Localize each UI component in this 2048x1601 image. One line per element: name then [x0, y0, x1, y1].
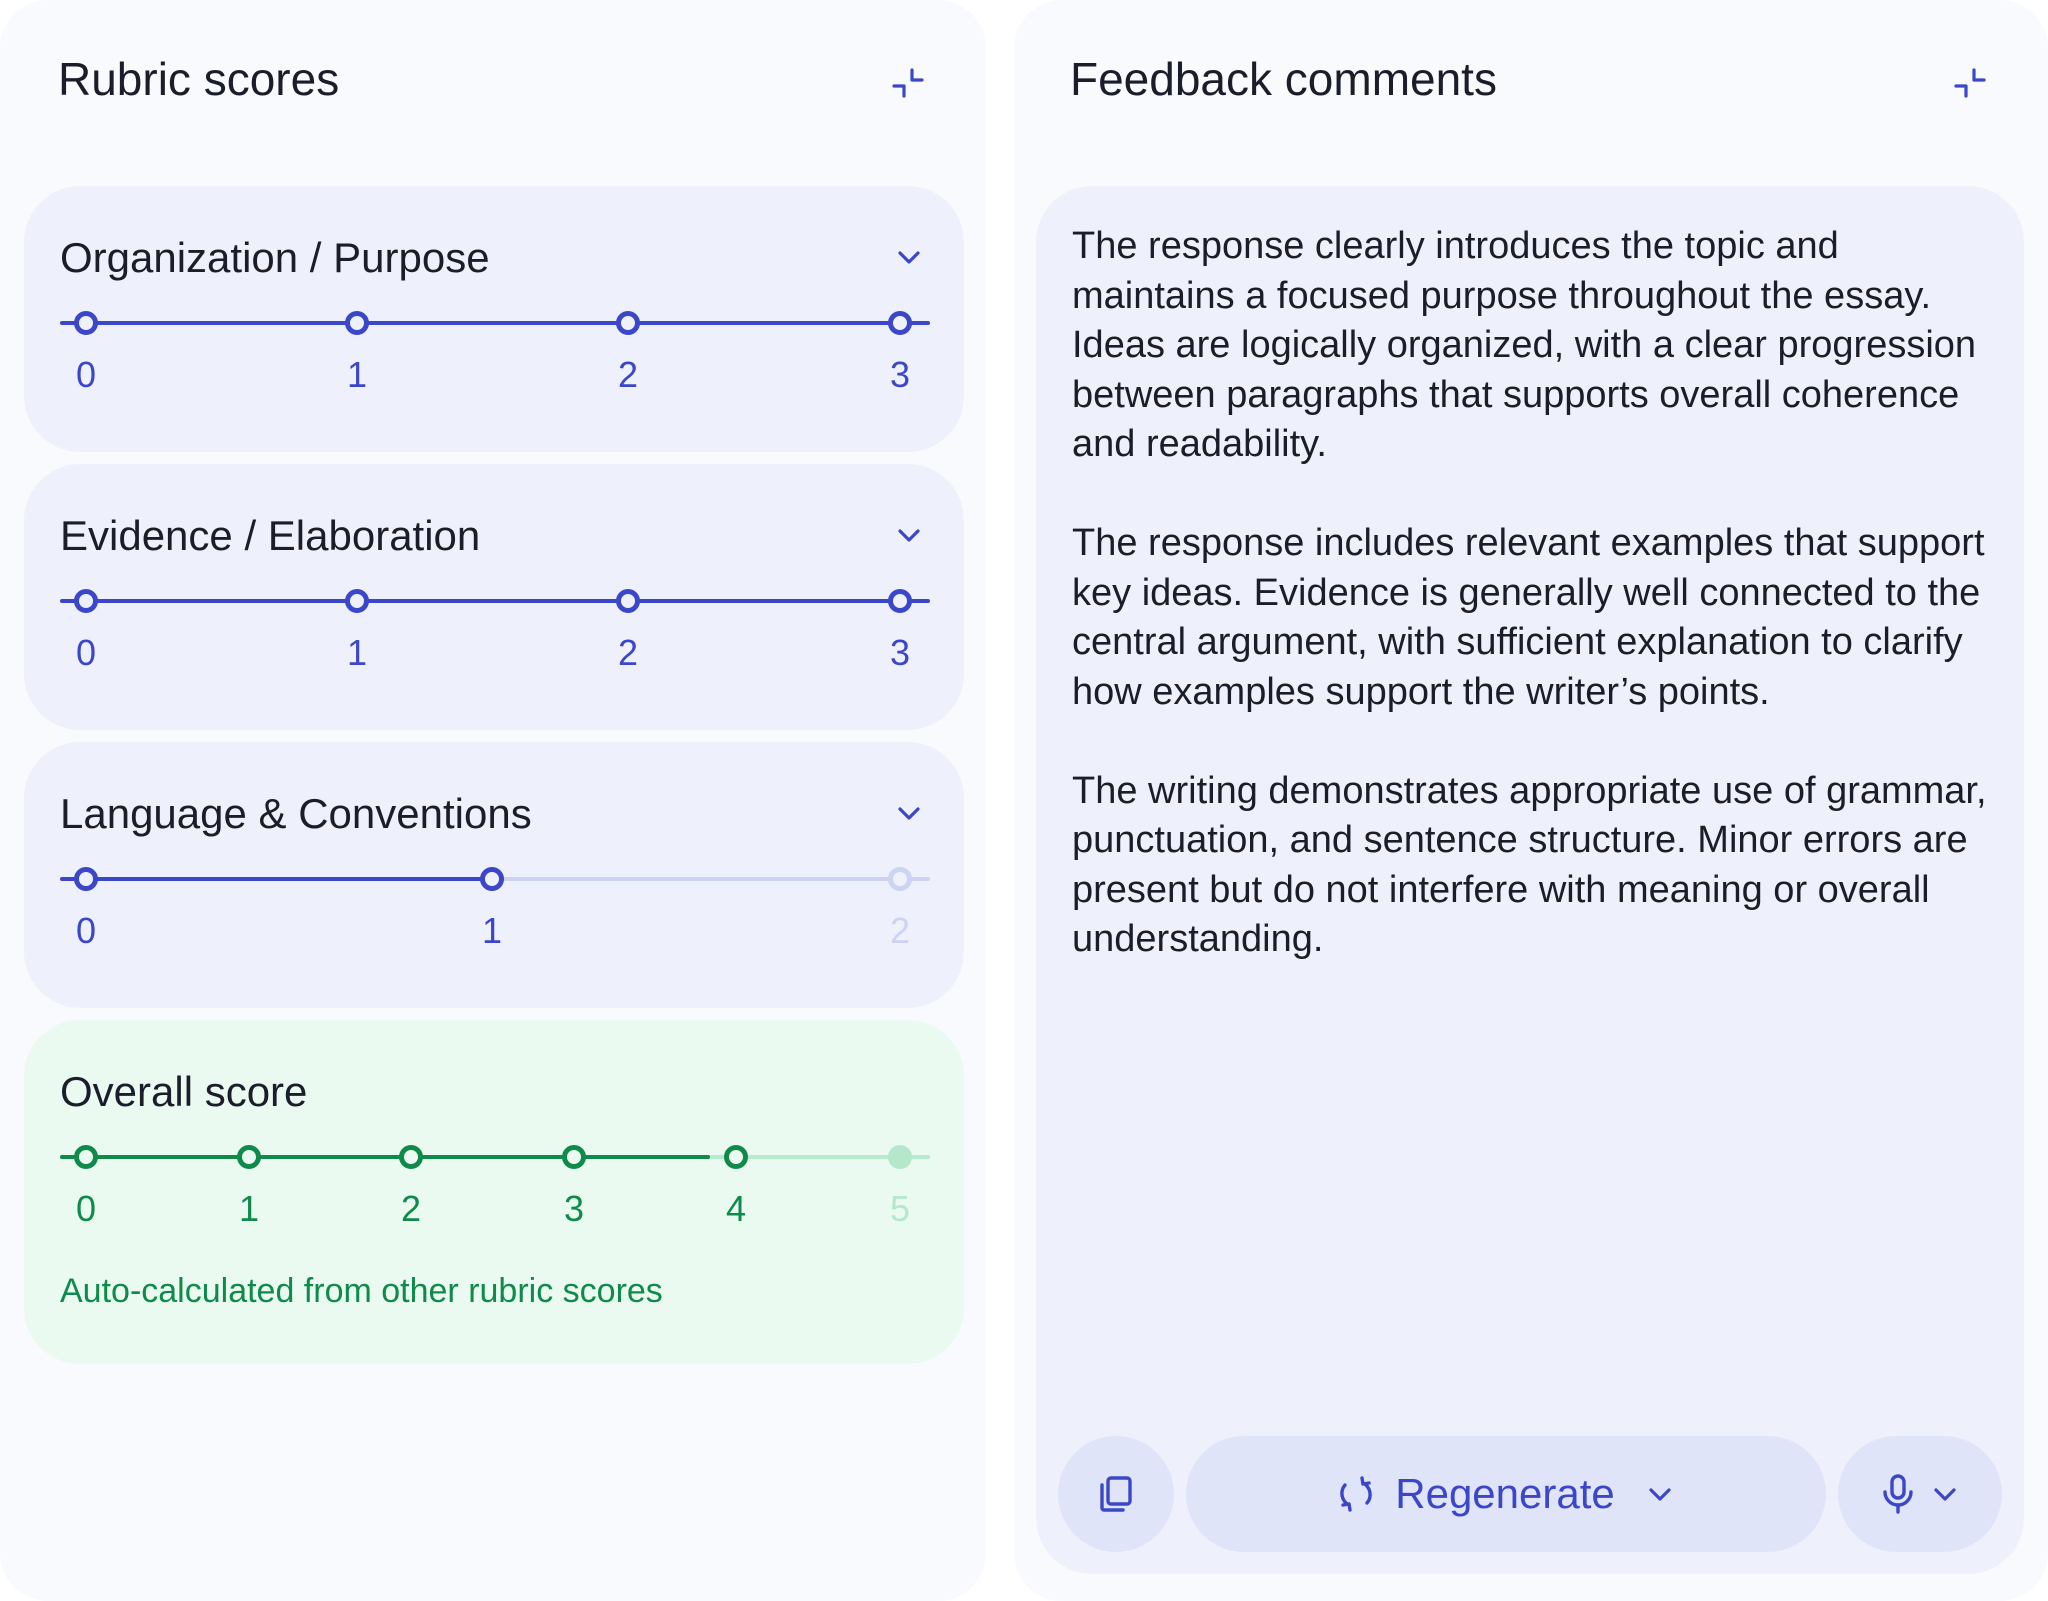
score-point-1[interactable] [345, 589, 369, 613]
feedback-text-area[interactable]: The response clearly introduces the topi… [1036, 186, 2024, 1574]
rubric-title: Language & Conventions [60, 790, 532, 837]
chevron-down-icon[interactable] [894, 242, 924, 272]
score-point-1[interactable] [480, 867, 504, 891]
panel-title: Rubric scores [58, 53, 340, 105]
score-point-0[interactable] [74, 867, 98, 891]
rubric-title: Evidence / Elaboration [60, 512, 481, 559]
chevron-down-icon [1649, 1488, 1671, 1501]
rubric-card-language-conventions: Language & Conventions 0 1 2 [24, 742, 964, 1008]
feedback-paragraph: The writing demonstrates appropriate use… [1072, 769, 1987, 961]
chevron-down-icon[interactable] [894, 520, 924, 550]
rubric-scores-panel: Rubric scores Organization / Purpose 0 1… [0, 0, 986, 1601]
regenerate-button[interactable]: Regenerate [1186, 1436, 1826, 1552]
overall-point-2 [399, 1145, 423, 1169]
copy-icon [1100, 1476, 1132, 1512]
feedback-paragraph: The response includes relevant examples … [1072, 522, 1985, 713]
copy-button[interactable] [1058, 1436, 1174, 1552]
score-point-0[interactable] [74, 589, 98, 613]
tick-label: 3 [563, 1188, 585, 1229]
regenerate-label: Regenerate [1395, 1470, 1615, 1517]
refresh-icon [1340, 1476, 1373, 1512]
tick-label: 2 [617, 632, 639, 673]
score-point-2[interactable] [888, 867, 912, 891]
tick-label: 1 [346, 632, 368, 673]
tick-label: 4 [725, 1188, 747, 1229]
overall-point-5 [888, 1145, 912, 1169]
panel-title: Feedback comments [1070, 53, 1497, 105]
rubric-title: Organization / Purpose [60, 234, 490, 281]
overall-point-4 [724, 1145, 748, 1169]
tick-label: 2 [400, 1188, 422, 1229]
auto-calculated-note: Auto-calculated from other rubric scores [60, 1272, 663, 1310]
overall-point-1 [237, 1145, 261, 1169]
score-point-2[interactable] [616, 589, 640, 613]
tick-label: 2 [617, 354, 639, 395]
tick-label: 1 [346, 354, 368, 395]
score-slider-track[interactable] [60, 599, 930, 603]
tick-label: 3 [889, 354, 911, 395]
tick-label: 1 [238, 1188, 260, 1229]
tick-label: 0 [75, 910, 97, 951]
tick-label: 0 [75, 1188, 97, 1229]
overall-score-track [60, 1155, 930, 1159]
score-point-0[interactable] [74, 311, 98, 335]
rubric-card-evidence-elaboration: Evidence / Elaboration 0 1 2 3 [24, 464, 964, 730]
chevron-down-icon[interactable] [894, 798, 924, 828]
score-slider-track[interactable] [60, 321, 930, 325]
score-point-3[interactable] [888, 589, 912, 613]
feedback-text: The response clearly introduces the topi… [1072, 222, 1992, 1014]
rubric-card-organization-purpose: Organization / Purpose 0 1 2 3 [24, 186, 964, 452]
score-point-3[interactable] [888, 311, 912, 335]
tick-label: 0 [75, 354, 97, 395]
overall-title: Overall score [60, 1068, 308, 1115]
microphone-button[interactable] [1838, 1436, 2002, 1552]
tick-label: 5 [889, 1188, 911, 1229]
score-point-1[interactable] [345, 311, 369, 335]
feedback-paragraph: The response clearly introduces the topi… [1072, 225, 1977, 465]
chevron-down-icon [1934, 1488, 1956, 1501]
tick-label: 1 [481, 910, 503, 951]
overall-point-0 [74, 1145, 98, 1169]
tick-label: 0 [75, 632, 97, 673]
overall-score-card: Overall score 0 1 2 3 4 5 Auto-calculate… [24, 1020, 964, 1364]
microphone-icon [1883, 1474, 1913, 1514]
tick-label: 2 [889, 910, 911, 951]
collapse-icon[interactable] [1952, 66, 1988, 102]
collapse-icon[interactable] [890, 66, 926, 102]
tick-label: 3 [889, 632, 911, 673]
score-point-2[interactable] [616, 311, 640, 335]
overall-point-3 [562, 1145, 586, 1169]
